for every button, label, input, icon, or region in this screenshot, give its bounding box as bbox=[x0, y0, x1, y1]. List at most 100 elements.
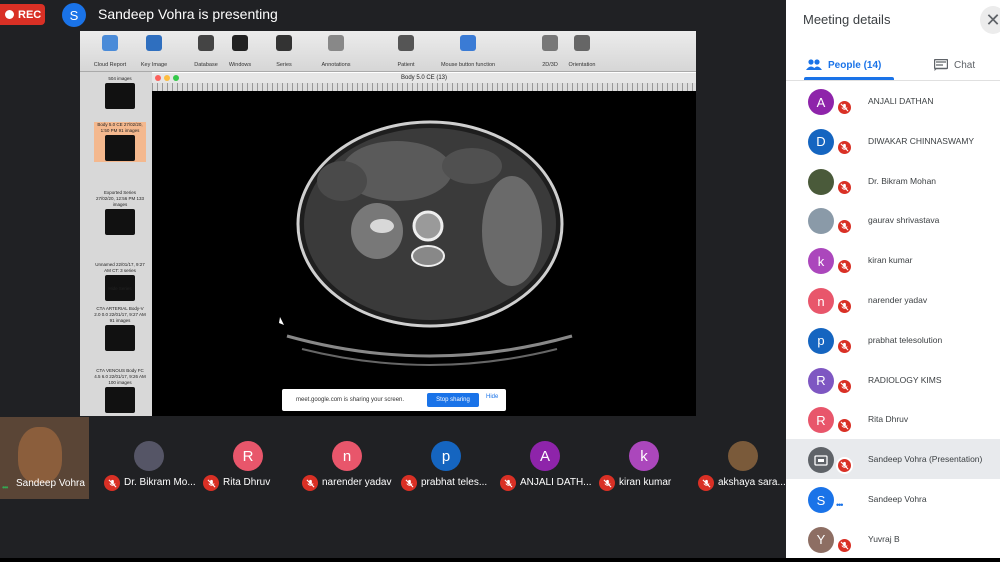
minimize-window-icon[interactable] bbox=[164, 75, 170, 81]
participant-row[interactable]: Y Yuvraj B bbox=[786, 519, 1000, 559]
participant-avatar bbox=[808, 208, 834, 235]
mic-off-icon bbox=[836, 178, 853, 196]
chat-icon bbox=[934, 59, 948, 71]
participant-row[interactable]: S ••• Sandeep Vohra bbox=[786, 479, 1000, 519]
toolbar-tool[interactable]: Windows bbox=[229, 35, 251, 68]
key-image-icon bbox=[146, 35, 162, 51]
tab-chat-label: Chat bbox=[954, 59, 976, 71]
hide-button[interactable]: Hide bbox=[486, 394, 498, 400]
participant-name: Dr. Bikram Mo... bbox=[124, 477, 196, 488]
bottom-band bbox=[0, 558, 1000, 562]
participant-avatar: k bbox=[808, 248, 834, 275]
participant-avatar bbox=[134, 441, 164, 471]
tab-chat[interactable]: Chat bbox=[934, 52, 975, 78]
presenting-status: Sandeep Vohra is presenting bbox=[98, 6, 278, 22]
tab-people[interactable]: People (14) bbox=[806, 52, 881, 78]
participant-row[interactable]: A ANJALI DATHAN bbox=[786, 81, 1000, 121]
series-item[interactable]: Hide Series bbox=[94, 286, 146, 292]
participant-avatar: n bbox=[332, 441, 362, 471]
series-label: CTA ARTERIAL Body-V 2.0 0.0 22/01/17, 9:… bbox=[94, 306, 146, 323]
toolbar-tool[interactable]: Patient bbox=[397, 35, 415, 68]
mic-off-icon bbox=[836, 258, 853, 276]
series-icon bbox=[276, 35, 292, 51]
ct-image-viewer[interactable] bbox=[152, 91, 696, 416]
participant-tile[interactable]: k kiran kumar bbox=[595, 417, 694, 499]
participant-row[interactable]: gaurav shrivastava bbox=[786, 200, 1000, 240]
participant-row[interactable]: R Rita Dhruv bbox=[786, 399, 1000, 439]
toolbar-tool-label: Mouse button function bbox=[440, 62, 496, 68]
participant-tile[interactable]: akshaya sara... bbox=[694, 417, 793, 499]
participant-tile[interactable]: Dr. Bikram Mo... bbox=[100, 417, 199, 499]
toolbar-tool[interactable]: 2D/3D bbox=[542, 35, 558, 68]
participant-tile[interactable]: R Rita Dhruv bbox=[199, 417, 298, 499]
participant-name: RADIOLOGY KIMS bbox=[868, 374, 942, 385]
participant-avatar: R bbox=[233, 441, 263, 471]
series-label: 504 images bbox=[108, 76, 132, 81]
participant-tile[interactable]: A ANJALI DATH... bbox=[496, 417, 595, 499]
mic-off-icon bbox=[302, 475, 318, 491]
toolbar-tool[interactable]: Orientation bbox=[569, 35, 595, 68]
series-thumbnail bbox=[105, 209, 135, 235]
screen-share-notice: meet.google.com is sharing your screen. … bbox=[282, 389, 506, 411]
series-thumbnail bbox=[105, 325, 135, 351]
participant-name: Rita Dhruv bbox=[223, 477, 271, 488]
toolbar-tool[interactable]: Series bbox=[276, 35, 292, 68]
participant-avatar: p bbox=[808, 327, 834, 354]
participant-row[interactable]: k kiran kumar bbox=[786, 240, 1000, 280]
participant-name: Sandeep Vohra bbox=[868, 494, 927, 504]
toolbar-tool[interactable]: Key Image bbox=[141, 35, 167, 68]
participant-row[interactable]: D DIWAKAR CHINNASWAMY bbox=[786, 121, 1000, 161]
participant-avatar: D bbox=[808, 128, 834, 155]
viewer-toolbar: Cloud Report Key Image Database Windows Seri… bbox=[80, 31, 696, 72]
participant-avatar bbox=[808, 168, 834, 195]
close-window-icon[interactable] bbox=[155, 75, 161, 81]
annotations-icon bbox=[328, 35, 344, 51]
participant-name: Yuvraj B bbox=[868, 533, 900, 544]
maximize-window-icon[interactable] bbox=[173, 75, 179, 81]
tab-people-label: People (14) bbox=[828, 59, 882, 71]
series-item[interactable]: Body 5.0 CE 27/02/20, 1:50 PM 91 images bbox=[94, 122, 146, 162]
series-item[interactable]: Exported Series 27/02/20, 12:56 PM 133 i… bbox=[94, 190, 146, 236]
stop-sharing-button[interactable]: Stop sharing bbox=[427, 393, 479, 407]
participant-name: ANJALI DATH... bbox=[520, 477, 592, 488]
shared-screen: Cloud Report Key Image Database Windows Seri… bbox=[80, 31, 696, 416]
series-item[interactable]: Unnamed 22/01/17, 9:27 AM CT: 3 series bbox=[94, 262, 146, 302]
participant-avatar: p bbox=[431, 441, 461, 471]
participant-row[interactable]: Sandeep Vohra (Presentation) bbox=[786, 439, 1000, 480]
mic-off-icon bbox=[836, 99, 853, 116]
participant-row[interactable]: n narender yadav bbox=[786, 280, 1000, 320]
participant-avatar: n bbox=[808, 288, 834, 314]
series-item[interactable]: CTA ARTERIAL Body-V 2.0 0.0 22/01/17, 9:… bbox=[94, 306, 146, 352]
close-panel-button[interactable]: ✕ bbox=[980, 6, 1000, 34]
participant-avatar: S bbox=[808, 487, 834, 513]
toolbar-tool[interactable]: Database bbox=[194, 35, 218, 68]
toolbar-tool[interactable]: Cloud Report bbox=[94, 35, 126, 68]
toolbar-tool[interactable]: Mouse button function bbox=[441, 35, 495, 68]
series-thumbnail bbox=[105, 387, 135, 413]
patient-icon bbox=[398, 35, 414, 51]
participant-name: Sandeep Vohra (Presentation) bbox=[868, 454, 983, 465]
participant-name: kiran kumar bbox=[619, 477, 672, 488]
mic-off-icon bbox=[836, 337, 853, 355]
mic-off-icon bbox=[836, 138, 853, 156]
participant-row[interactable]: Dr. Bikram Mohan bbox=[786, 161, 1000, 201]
self-video-feed bbox=[18, 427, 62, 483]
participant-row[interactable]: R RADIOLOGY KIMS bbox=[786, 360, 1000, 400]
participant-avatar: k bbox=[629, 441, 659, 471]
mic-off-icon bbox=[401, 475, 417, 491]
participant-name: ANJALI DATHAN bbox=[868, 96, 934, 106]
series-item[interactable]: CTA VENOUS Body FC 4.5 6.0 22/01/17, 9:2… bbox=[94, 368, 146, 414]
series-label: Hide Series bbox=[108, 286, 132, 291]
self-video-tile[interactable]: ••• Sandeep Vohra bbox=[0, 417, 89, 499]
series-label: Body 5.0 CE 27/02/20, 1:50 PM 91 images bbox=[97, 122, 143, 133]
toolbar-tool[interactable]: Annotations bbox=[321, 35, 351, 68]
series-label: CTA VENOUS Body FC 4.5 6.0 22/01/17, 9:2… bbox=[94, 368, 146, 385]
participant-tile[interactable]: p prabhat teles... bbox=[397, 417, 496, 499]
toolbar-tool-label: Patient bbox=[397, 62, 415, 68]
participant-name: narender yadav bbox=[868, 295, 928, 305]
participant-tile[interactable]: n narender yadav bbox=[298, 417, 397, 499]
participant-row[interactable]: p prabhat telesolution bbox=[786, 320, 1000, 360]
series-item[interactable]: 504 images bbox=[94, 76, 146, 110]
windows-icon bbox=[232, 35, 248, 51]
participant-avatar: A bbox=[808, 89, 834, 115]
